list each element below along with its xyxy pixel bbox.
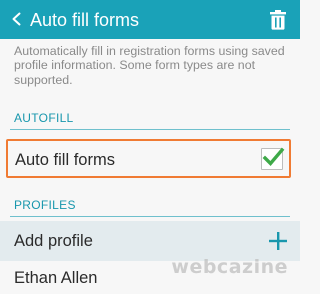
plus-icon	[267, 230, 289, 252]
section-header-autofill: AUTOFILL	[14, 111, 74, 125]
auto-fill-forms-setting[interactable]: Auto fill forms	[6, 139, 291, 178]
section-divider	[10, 129, 290, 130]
delete-button[interactable]	[266, 8, 290, 32]
profile-list-item[interactable]: Ethan Allen	[0, 264, 300, 294]
auto-fill-forms-checkbox[interactable]	[261, 147, 285, 170]
add-profile-button[interactable]: Add profile	[0, 221, 300, 261]
add-profile-label: Add profile	[14, 232, 93, 250]
auto-fill-forms-label: Auto fill forms	[15, 151, 115, 169]
profile-name: Ethan Allen	[14, 269, 98, 287]
action-bar: Auto fill forms	[0, 0, 300, 39]
checkmark-icon	[262, 147, 285, 167]
trash-icon	[270, 10, 286, 30]
chevron-left-icon	[12, 12, 21, 26]
description-text: Automatically fill in registration forms…	[14, 44, 285, 87]
page-title: Auto fill forms	[30, 10, 140, 30]
back-button[interactable]	[6, 8, 28, 30]
section-header-profiles: PROFILES	[14, 198, 76, 212]
section-divider	[10, 216, 290, 217]
